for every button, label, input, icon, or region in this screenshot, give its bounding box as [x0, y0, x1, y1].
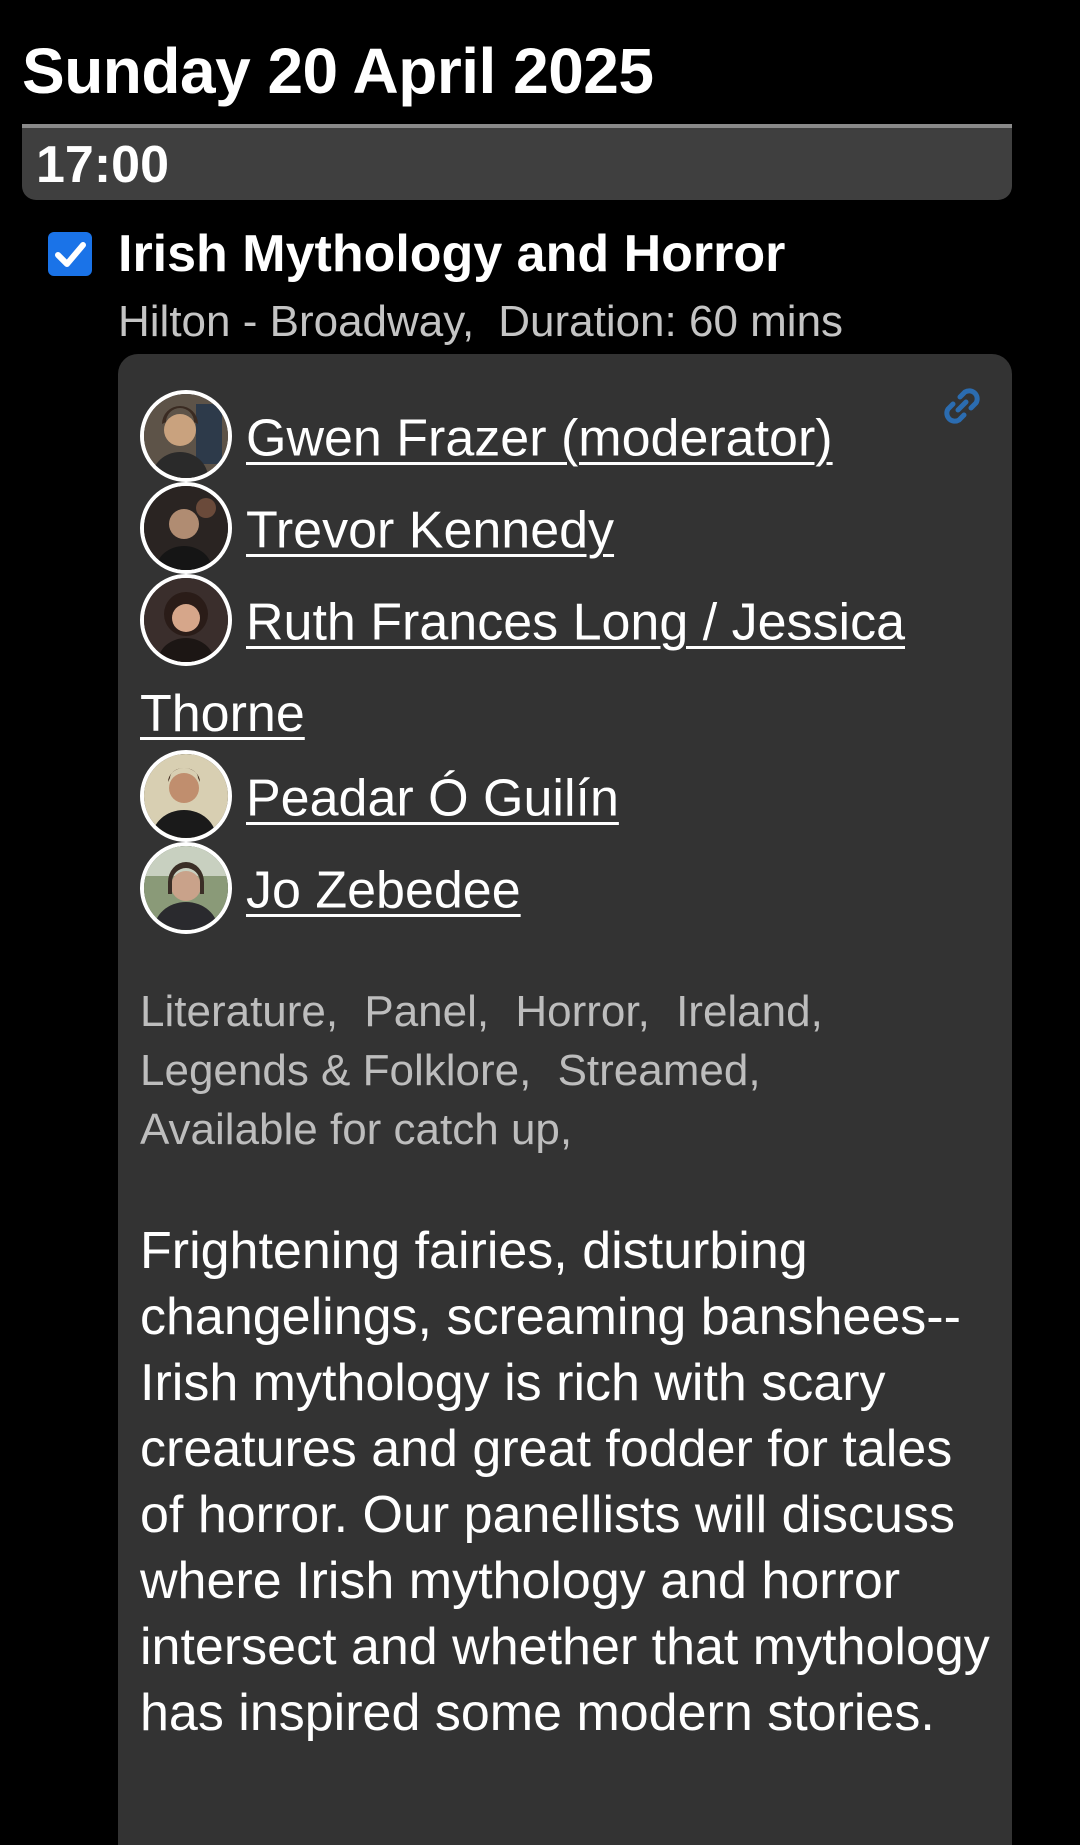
tag[interactable]: Ireland, — [676, 987, 823, 1036]
avatar — [140, 390, 232, 482]
participant-name: Jo Zebedee — [246, 861, 521, 920]
participant-name: Trevor Kennedy — [246, 501, 615, 560]
avatar — [140, 842, 232, 934]
participant-name: Ruth Frances Long / Jessica Thorne — [140, 593, 905, 743]
time-slot-header: 17:00 — [22, 124, 1012, 200]
tag[interactable]: Literature, — [140, 987, 338, 1036]
tag[interactable]: Panel, — [364, 987, 489, 1036]
tag[interactable]: Streamed, — [558, 1046, 761, 1095]
participant-jo-zebedee[interactable]: Jo Zebedee — [140, 842, 960, 940]
participant-gwen-frazer[interactable]: Gwen Frazer (moderator) — [140, 390, 960, 488]
tag-list: Literature, Panel, Horror, Ireland, Lege… — [140, 982, 960, 1159]
bookmark-checkbox[interactable] — [48, 232, 92, 276]
day-heading: Sunday 20 April 2025 — [22, 35, 654, 107]
participant-list: Gwen Frazer (moderator) Trevor Kennedy R… — [140, 390, 960, 940]
tag[interactable]: Available for catch up, — [140, 1105, 572, 1154]
avatar — [140, 482, 232, 574]
participant-ruth-frances-long[interactable]: Ruth Frances Long / Jessica Thorne — [140, 574, 960, 756]
participant-peadar-o-guilin[interactable]: Peadar Ó Guilín — [140, 750, 960, 848]
participant-name: Gwen Frazer (moderator) — [246, 409, 833, 468]
item-meta: Hilton - Broadway, Duration: 60 mins — [118, 294, 843, 350]
checkmark-icon — [55, 242, 86, 267]
participant-name: Peadar Ó Guilín — [246, 769, 619, 828]
item-details-card: Gwen Frazer (moderator) Trevor Kennedy R… — [118, 354, 1012, 1845]
time-slot-label: 17:00 — [36, 136, 169, 194]
item-description: Frightening fairies, disturbing changeli… — [140, 1222, 990, 1742]
avatar — [140, 750, 232, 842]
participant-trevor-kennedy[interactable]: Trevor Kennedy — [140, 482, 960, 580]
avatar — [140, 574, 232, 666]
item-title[interactable]: Irish Mythology and Horror — [118, 222, 785, 286]
item-location: Hilton - Broadway, — [118, 297, 475, 346]
tag[interactable]: Legends & Folklore, — [140, 1046, 531, 1095]
tag[interactable]: Horror, — [515, 987, 649, 1036]
item-duration: Duration: 60 mins — [498, 297, 844, 346]
